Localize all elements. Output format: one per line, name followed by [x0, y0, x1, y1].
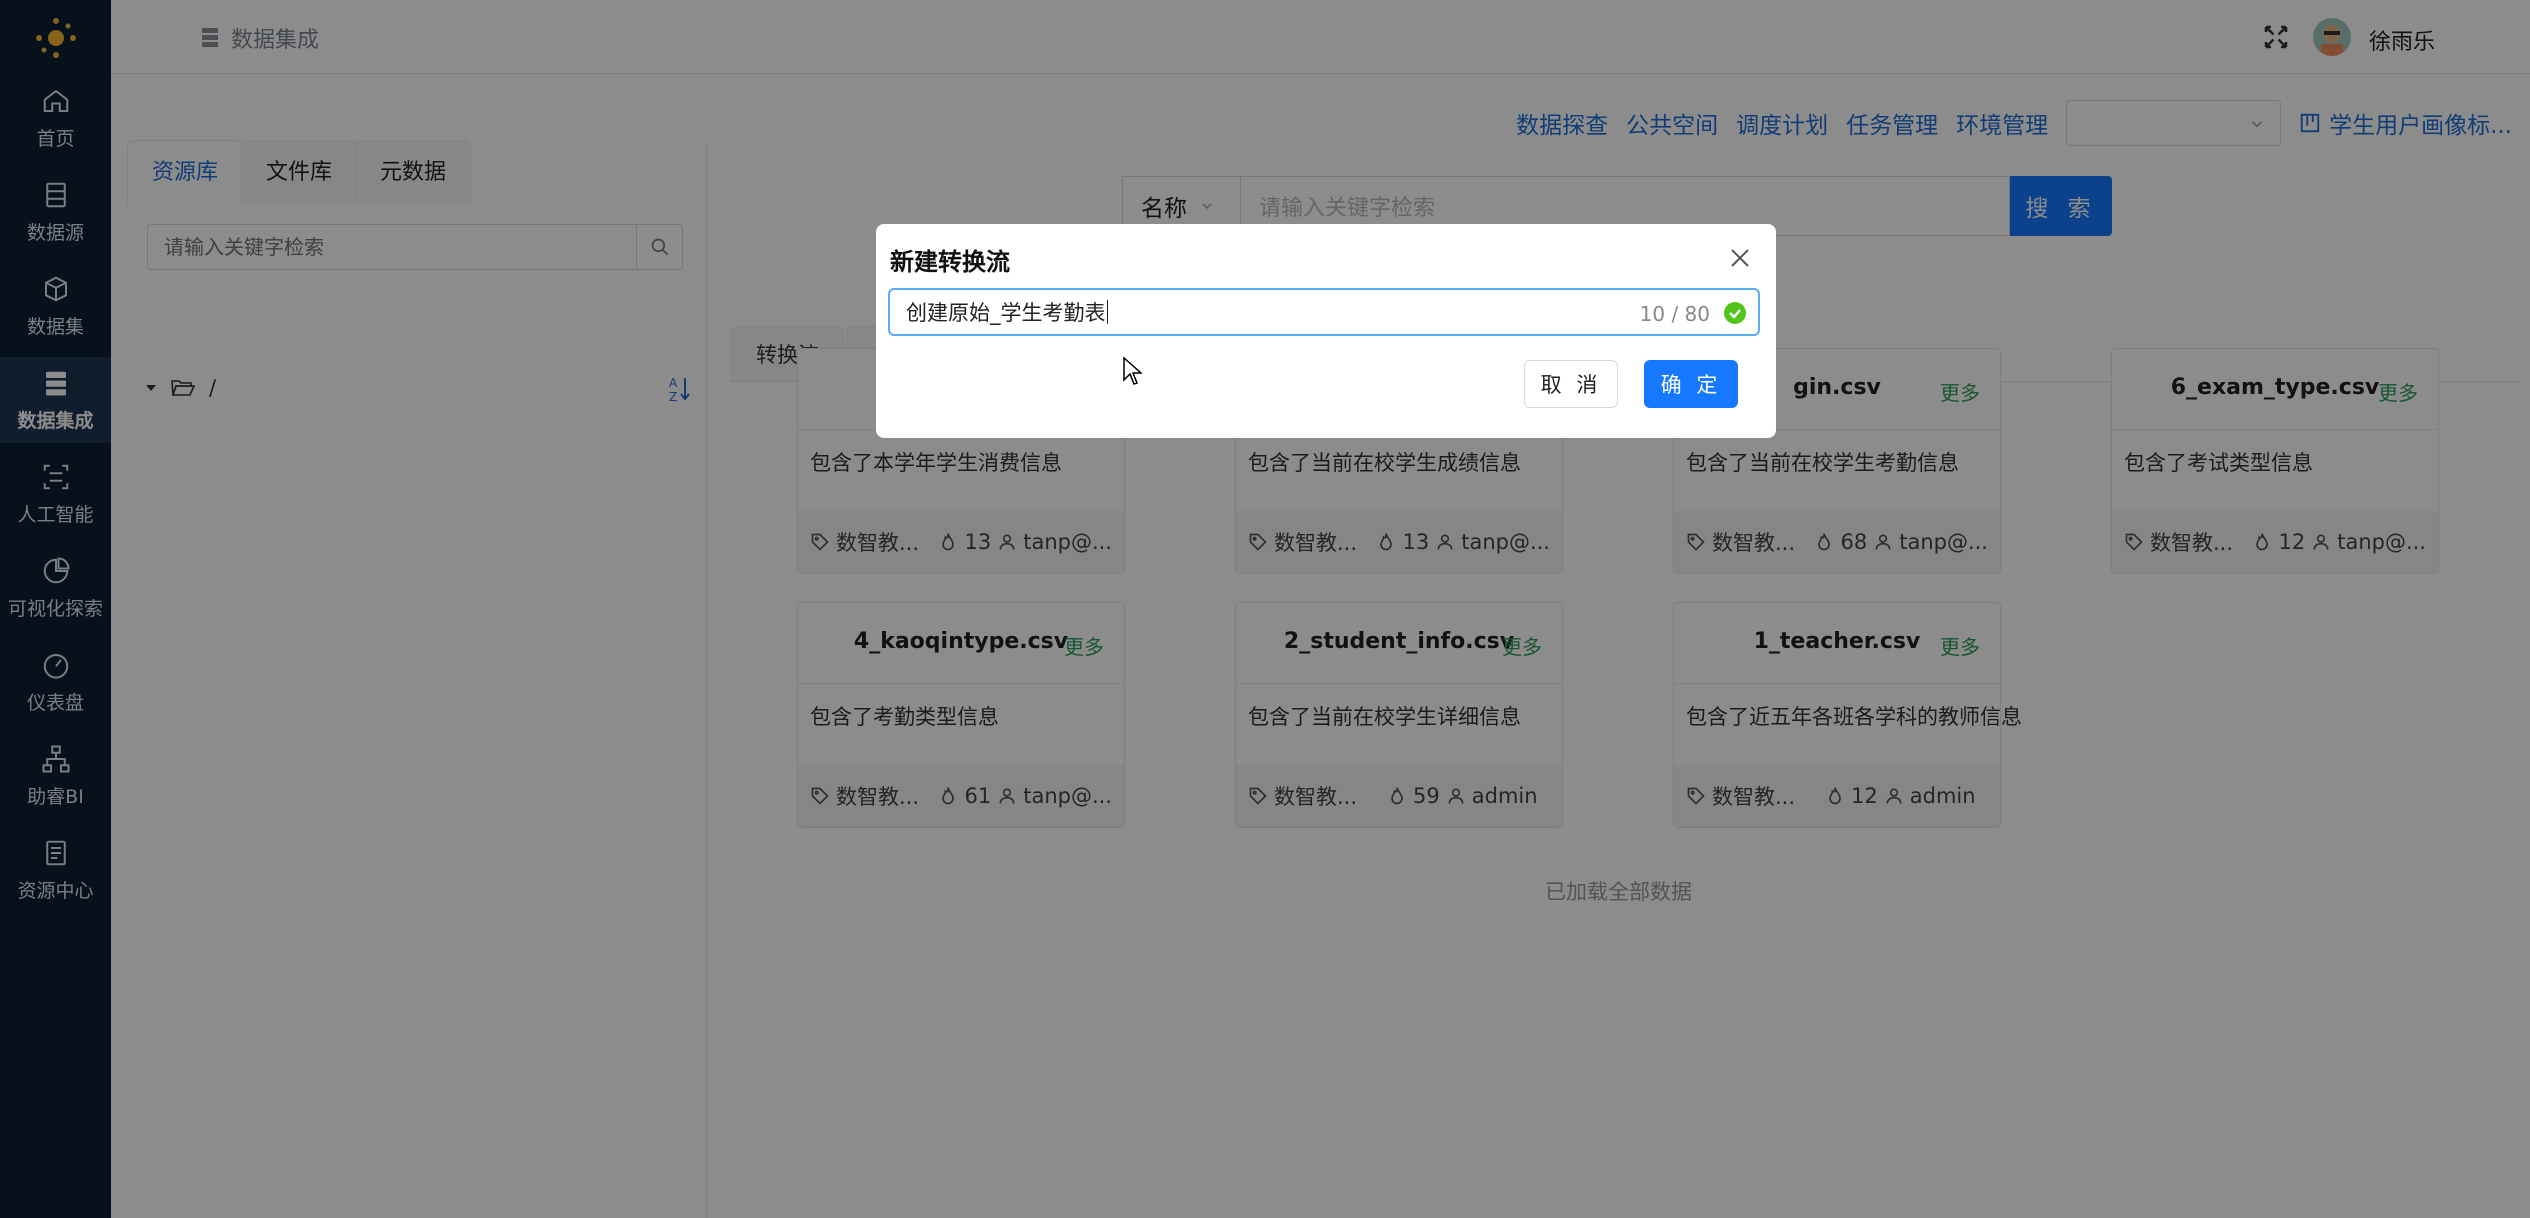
modal-mask[interactable]: [0, 0, 2530, 1218]
char-count: 10 / 80: [1639, 302, 1710, 326]
text-caret: [1106, 300, 1108, 324]
flow-name-value: 创建原始_学生考勤表: [906, 301, 1106, 325]
check-icon: [1729, 309, 1741, 319]
mouse-cursor-icon: [1123, 356, 1142, 385]
cancel-button[interactable]: 取 消: [1524, 360, 1618, 408]
confirm-button[interactable]: 确 定: [1644, 360, 1738, 408]
new-transform-flow-dialog: 新建转换流 创建原始_学生考勤表 10 / 80 取 消 确 定: [876, 224, 1776, 438]
flow-name-input[interactable]: 创建原始_学生考勤表 10 / 80: [888, 288, 1760, 336]
close-icon[interactable]: [1728, 246, 1752, 270]
check-circle-icon: [1724, 302, 1746, 324]
dialog-title: 新建转换流: [890, 248, 1010, 276]
